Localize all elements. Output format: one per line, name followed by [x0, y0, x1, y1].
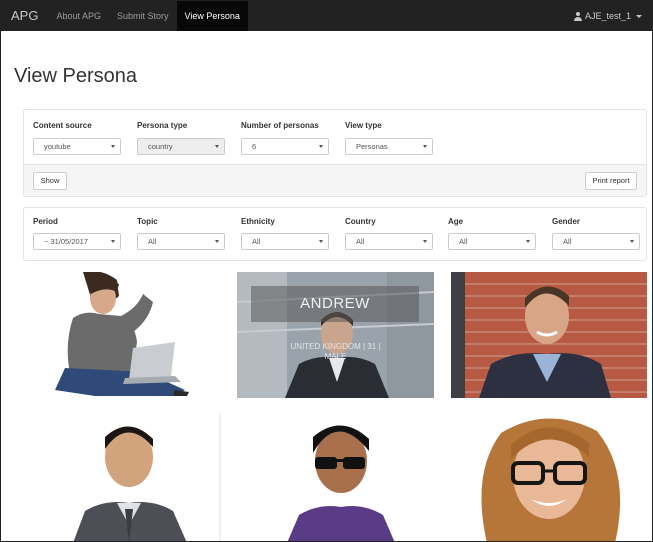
persona-photo-3	[451, 272, 647, 398]
content-source-select[interactable]: youtube	[33, 138, 121, 155]
age-label: Age	[448, 217, 464, 226]
gender-field: Gender	[552, 217, 580, 226]
persona-name: ANDREW	[251, 286, 419, 322]
persona-photo-5	[237, 413, 434, 541]
topic-field: Topic	[137, 217, 158, 226]
persona-type-field: Persona type	[137, 121, 187, 130]
content-source-label: Content source	[33, 121, 92, 130]
select-arrow-icon	[111, 145, 115, 148]
persona-gender: MALE	[324, 352, 347, 361]
view-type-select[interactable]: Personas	[345, 138, 433, 155]
content-source-field: Content source	[33, 121, 92, 130]
persona-photo-1	[25, 272, 215, 398]
select-arrow-icon	[215, 240, 219, 243]
nav-view-persona[interactable]: View Persona	[176, 1, 248, 31]
page-title: View Persona	[14, 65, 138, 87]
number-of-personas-select[interactable]: 6	[241, 138, 329, 155]
persona-type-label: Persona type	[137, 121, 188, 130]
ethnicity-label: Ethnicity	[241, 217, 275, 226]
print-report-button[interactable]: Print report	[585, 172, 637, 190]
select-arrow-icon	[423, 145, 427, 148]
chevron-down-icon	[636, 14, 642, 18]
persona-country-age: UNITED KINGDOM | 31 |	[290, 342, 381, 351]
select-arrow-icon	[423, 240, 427, 243]
persona-type-value: country	[148, 142, 173, 151]
select-arrow-icon	[319, 145, 323, 148]
country-value: All	[356, 237, 365, 246]
select-arrow-icon	[526, 240, 530, 243]
select-arrow-icon	[630, 240, 634, 243]
persona-info: UNITED KINGDOM | 31 | MALE	[237, 342, 434, 362]
select-arrow-icon	[319, 240, 323, 243]
filter-panel: Period ~ 31/05/2017 Topic All Ethnicity …	[23, 207, 647, 261]
period-value: ~ 31/05/2017	[44, 237, 89, 246]
country-field: Country	[345, 217, 376, 226]
brand-logo[interactable]: APG	[1, 1, 48, 31]
nav-submit-story[interactable]: Submit Story	[109, 1, 177, 31]
topic-label: Topic	[137, 217, 158, 226]
gender-value: All	[563, 237, 572, 246]
period-select[interactable]: ~ 31/05/2017	[33, 233, 121, 250]
gender-label: Gender	[552, 217, 581, 226]
number-of-personas-field: Number of personas	[241, 121, 319, 130]
ethnicity-select[interactable]: All	[241, 233, 329, 250]
user-icon	[573, 11, 582, 21]
persona-card-5[interactable]	[237, 413, 434, 541]
persona-type-select: country	[137, 138, 225, 155]
topic-select[interactable]: All	[137, 233, 225, 250]
select-arrow-icon	[215, 145, 219, 148]
panel-footer: Show Print report	[24, 164, 646, 196]
gender-select[interactable]: All	[552, 233, 640, 250]
show-button[interactable]: Show	[33, 172, 67, 190]
persona-card-3[interactable]	[451, 272, 647, 398]
persona-card-4[interactable]	[25, 413, 221, 541]
select-arrow-icon	[111, 240, 115, 243]
top-navbar: APG About APG Submit Story View Persona …	[1, 1, 652, 31]
period-field: Period	[33, 217, 58, 226]
age-value: All	[459, 237, 468, 246]
ethnicity-value: All	[252, 237, 261, 246]
number-of-personas-value: 6	[252, 142, 257, 151]
view-type-label: View type	[345, 121, 382, 130]
ethnicity-field: Ethnicity	[241, 217, 275, 226]
user-menu[interactable]: AJE_test_1	[573, 1, 642, 31]
persona-photo-6	[451, 413, 647, 541]
page-frame: APG About APG Submit Story View Persona …	[0, 0, 653, 542]
persona-photo-4	[25, 413, 221, 541]
persona-card-2[interactable]: ANDREW UNITED KINGDOM | 31 | MALE	[237, 272, 434, 398]
country-label: Country	[345, 217, 376, 226]
country-select[interactable]: All	[345, 233, 433, 250]
persona-settings-panel: Content source youtube Persona type coun…	[23, 109, 647, 197]
topic-value: All	[148, 237, 157, 246]
age-select[interactable]: All	[448, 233, 536, 250]
period-label: Period	[33, 217, 58, 226]
nav-about-apg[interactable]: About APG	[48, 1, 109, 31]
persona-card-6[interactable]	[451, 413, 647, 541]
user-name: AJE_test_1	[584, 11, 631, 21]
view-type-value: Personas	[356, 142, 388, 151]
persona-card-1[interactable]	[25, 272, 215, 398]
content-source-value: youtube	[44, 142, 71, 151]
view-type-field: View type	[345, 121, 382, 130]
age-field: Age	[448, 217, 463, 226]
number-of-personas-label: Number of personas	[241, 121, 319, 130]
